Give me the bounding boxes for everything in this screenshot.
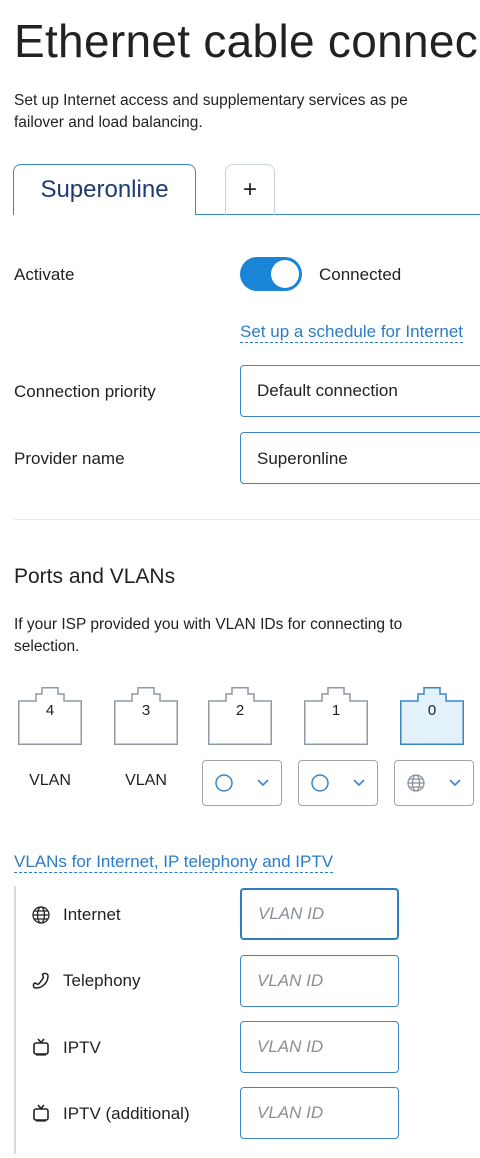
- circle-icon: [311, 774, 329, 792]
- globe-icon: [407, 774, 425, 792]
- vlans-group-bar: [14, 886, 16, 1154]
- telephony-label: Telephony: [63, 971, 141, 990]
- port-4[interactable]: 4: [18, 687, 82, 745]
- port-number: 3: [141, 702, 151, 719]
- tv-icon: [33, 1104, 49, 1122]
- port-4-mode: VLAN: [29, 772, 71, 789]
- port-number: 2: [235, 702, 245, 719]
- chevron-down-icon: [257, 779, 269, 787]
- ports-description: If your ISP provided you with VLAN IDs f…: [14, 616, 403, 655]
- port-0-mode-select[interactable]: [394, 760, 474, 806]
- connection-status: Connected: [319, 265, 402, 284]
- port-2-mode-select[interactable]: [202, 760, 282, 806]
- provider-label: Provider name: [14, 449, 125, 468]
- internet-label: Internet: [63, 905, 121, 924]
- vlans-link[interactable]: VLANs for Internet, IP telephony and IPT…: [14, 852, 334, 873]
- priority-label: Connection priority: [14, 382, 156, 401]
- chevron-down-icon: [449, 779, 461, 787]
- iptv-vlan-input[interactable]: VLAN ID: [240, 1021, 399, 1073]
- add-connection-tab[interactable]: +: [225, 164, 275, 215]
- port-number: 1: [331, 702, 341, 719]
- toggle-knob: [271, 260, 299, 288]
- port-3[interactable]: 3: [114, 687, 178, 745]
- activate-label: Activate: [14, 265, 75, 284]
- schedule-link[interactable]: Set up a schedule for Internet: [240, 322, 464, 343]
- iptv-additional-vlan-input[interactable]: VLAN ID: [240, 1087, 399, 1139]
- port-1[interactable]: 1: [304, 687, 368, 745]
- telephony-vlan-input[interactable]: VLAN ID: [240, 955, 399, 1007]
- activate-toggle[interactable]: [240, 257, 302, 291]
- internet-vlan-input[interactable]: VLAN ID: [240, 888, 399, 940]
- provider-input[interactable]: Superonline: [240, 432, 480, 484]
- section-divider: [14, 519, 480, 520]
- tab-superonline[interactable]: Superonline: [13, 164, 196, 215]
- phone-icon: [32, 972, 49, 989]
- port-3-mode: VLAN: [125, 772, 167, 789]
- tv-icon: [33, 1038, 49, 1056]
- page-description: Set up Internet access and supplementary…: [14, 92, 408, 131]
- circle-icon: [215, 774, 233, 792]
- port-number: 4: [45, 702, 55, 719]
- port-1-mode-select[interactable]: [298, 760, 378, 806]
- port-2[interactable]: 2: [208, 687, 272, 745]
- port-0[interactable]: 0: [400, 687, 464, 745]
- globe-icon: [32, 906, 50, 924]
- chevron-down-icon: [353, 779, 365, 787]
- ports-heading: Ports and VLANs: [14, 565, 176, 588]
- priority-select[interactable]: Default connection: [240, 365, 480, 417]
- port-number: 0: [427, 702, 437, 719]
- page-title: Ethernet cable connec: [14, 15, 479, 67]
- iptv-label: IPTV: [63, 1038, 101, 1057]
- iptv-additional-label: IPTV (additional): [63, 1104, 190, 1123]
